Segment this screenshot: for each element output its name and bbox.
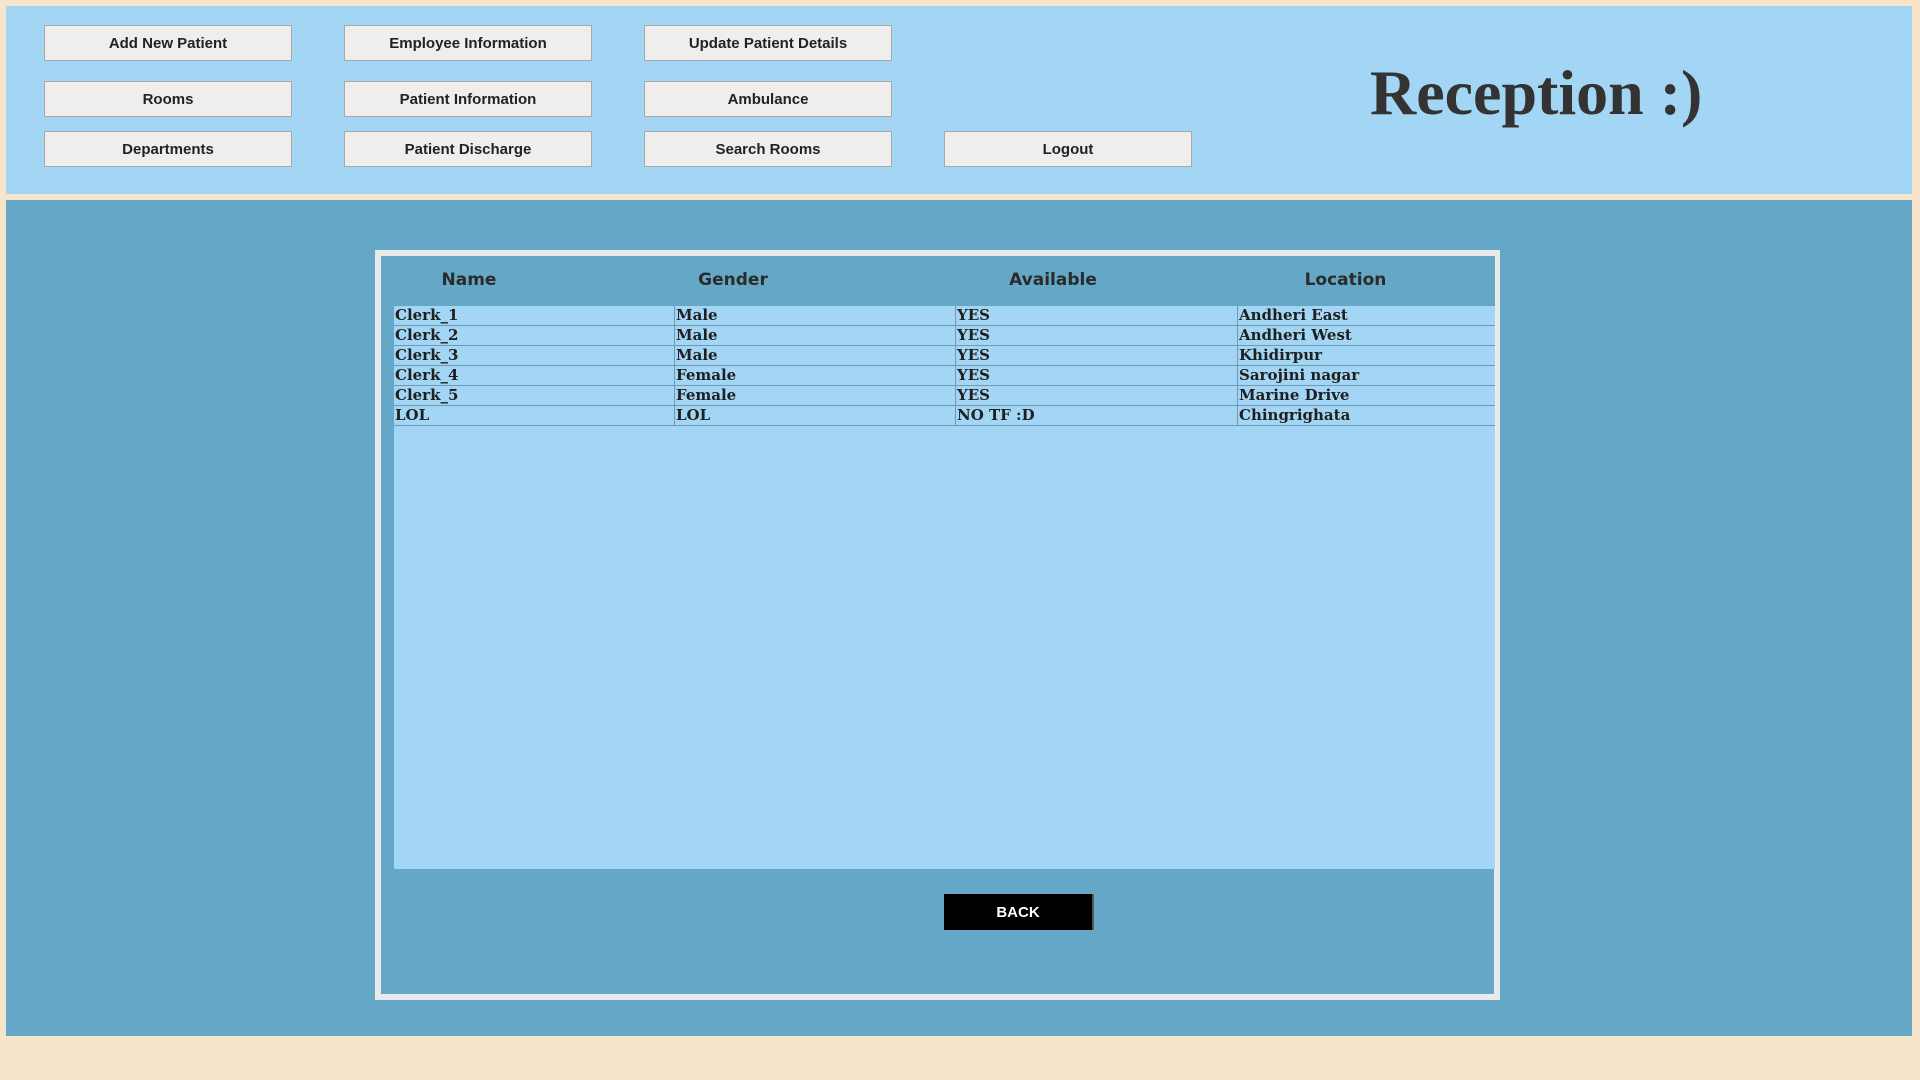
table-row[interactable]: Clerk_4 Female YES Sarojini nagar [394, 366, 1495, 386]
cell-name: Clerk_5 [395, 386, 459, 404]
logout-button[interactable]: Logout [944, 131, 1192, 167]
cell-gender: Female [674, 386, 955, 405]
cell-location: Sarojini nagar [1237, 366, 1495, 385]
departments-button[interactable]: Departments [44, 131, 292, 167]
column-header-available[interactable]: Available [918, 256, 1188, 306]
cell-name: Clerk_3 [395, 346, 459, 364]
table-header: Name Gender Available Location [388, 256, 1495, 306]
cell-location: Andheri West [1237, 326, 1495, 345]
cell-available: YES [955, 386, 1237, 405]
column-header-name[interactable]: Name [394, 256, 544, 306]
cell-gender: LOL [674, 406, 955, 425]
cell-name: Clerk_2 [395, 326, 459, 344]
table-row[interactable]: Clerk_3 Male YES Khidirpur [394, 346, 1495, 366]
employee-information-button[interactable]: Employee Information [344, 25, 592, 61]
column-header-location[interactable]: Location [1208, 256, 1483, 306]
column-header-gender[interactable]: Gender [608, 256, 858, 306]
table-row[interactable]: Clerk_5 Female YES Marine Drive [394, 386, 1495, 406]
cell-available: YES [955, 346, 1237, 365]
cell-gender: Male [674, 346, 955, 365]
patient-discharge-button[interactable]: Patient Discharge [344, 131, 592, 167]
cell-location: Khidirpur [1237, 346, 1495, 365]
cell-location: Marine Drive [1237, 386, 1495, 405]
cell-location: Andheri East [1237, 306, 1495, 325]
table-row[interactable]: Clerk_2 Male YES Andheri West [394, 326, 1495, 346]
cell-available: YES [955, 326, 1237, 345]
employee-table: Clerk_1 Male YES Andheri East Clerk_2 Ma… [394, 306, 1495, 869]
back-button[interactable]: BACK [944, 894, 1094, 930]
cell-name: LOL [395, 406, 430, 424]
ambulance-button[interactable]: Ambulance [644, 81, 892, 117]
add-new-patient-button[interactable]: Add New Patient [44, 25, 292, 61]
rooms-button[interactable]: Rooms [44, 81, 292, 117]
cell-gender: Male [674, 326, 955, 345]
table-row[interactable]: LOL LOL NO TF :D Chingrighata [394, 406, 1495, 426]
table-row[interactable]: Clerk_1 Male YES Andheri East [394, 306, 1495, 326]
cell-available: NO TF :D [955, 406, 1237, 425]
cell-available: YES [955, 306, 1237, 325]
page-title: Reception :) [1370, 57, 1703, 128]
cell-location: Chingrighata [1237, 406, 1495, 425]
cell-gender: Male [674, 306, 955, 325]
update-patient-details-button[interactable]: Update Patient Details [644, 25, 892, 61]
patient-information-button[interactable]: Patient Information [344, 81, 592, 117]
search-rooms-button[interactable]: Search Rooms [644, 131, 892, 167]
cell-gender: Female [674, 366, 955, 385]
cell-available: YES [955, 366, 1237, 385]
cell-name: Clerk_4 [395, 366, 459, 384]
cell-name: Clerk_1 [395, 306, 459, 324]
